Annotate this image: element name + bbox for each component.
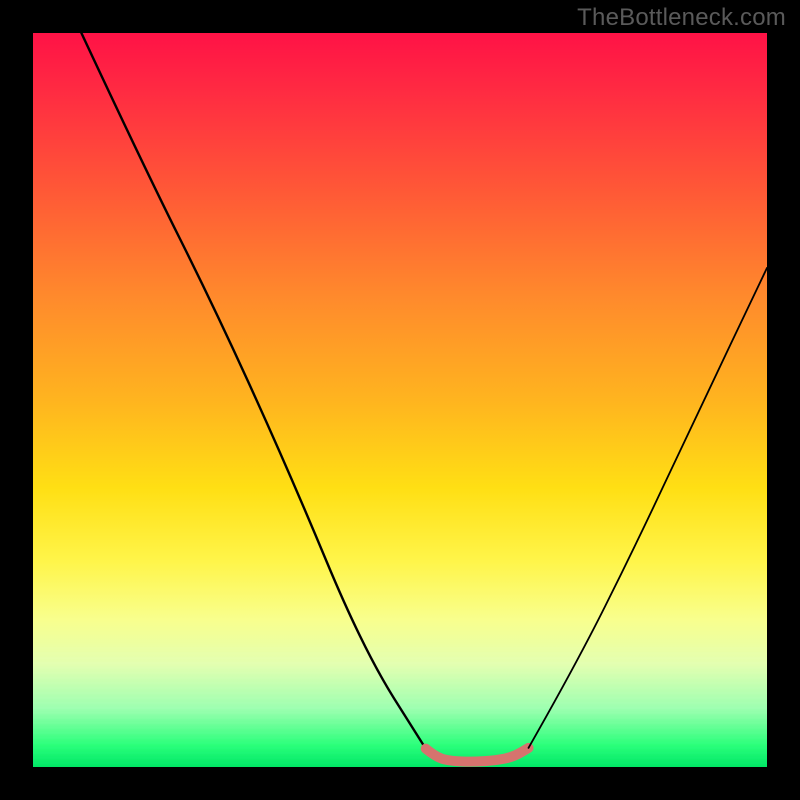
curve-right-path: [529, 268, 768, 748]
plot-area: [33, 33, 767, 767]
curve-layer: [33, 33, 767, 767]
curve-left-path: [81, 33, 425, 749]
curve-zero-segment-path: [426, 748, 529, 762]
watermark-text: TheBottleneck.com: [577, 4, 786, 32]
chart-frame: TheBottleneck.com: [0, 0, 800, 800]
